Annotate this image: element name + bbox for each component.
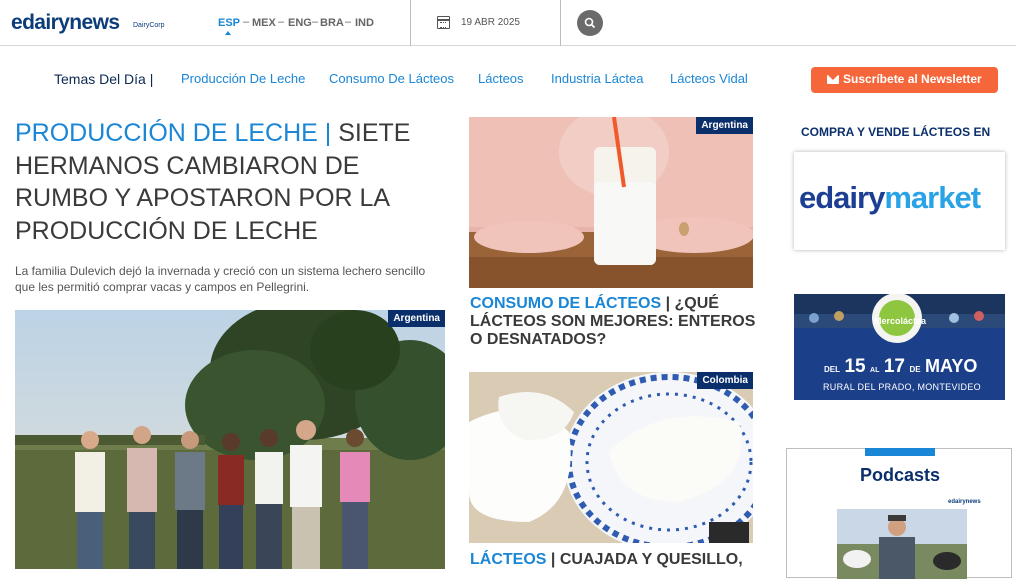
lang-ind[interactable]: IND (355, 17, 374, 29)
lang-separator: – (243, 16, 250, 28)
card-title[interactable]: | CUAJADA Y QUESILLO, (551, 551, 743, 568)
search-button[interactable] (577, 10, 603, 36)
lang-separator: – (278, 16, 285, 28)
lang-eng[interactable]: ENG (288, 17, 312, 29)
search-icon (584, 17, 596, 29)
active-lang-indicator (225, 31, 231, 35)
card-category[interactable]: LÁCTEOS (470, 551, 546, 568)
site-logo[interactable]: edairynews (11, 11, 120, 35)
lang-bra[interactable]: BRA (320, 17, 344, 29)
main-article-category[interactable]: PRODUCCIÓN DE LECHE | (15, 119, 331, 147)
main-article-summary: La familia Dulevich dejó la invernada y … (15, 264, 426, 294)
main-article-headline[interactable]: PRODUCCIÓN DE LECHE | SIETE HERMANOS CAM… (15, 117, 445, 247)
lang-esp[interactable]: ESP (218, 17, 240, 29)
milk-glass-photo (469, 117, 753, 288)
card-headline[interactable]: CONSUMO DE LÁCTEOS | ¿QUÉ LÁCTEOS SON ME… (470, 295, 760, 349)
card-image-milk[interactable]: Argentina (469, 117, 753, 288)
divider (410, 0, 411, 46)
lang-separator: – (345, 16, 352, 28)
lang-separator: – (312, 16, 319, 28)
podcasts-tab-accent (865, 448, 935, 456)
nav-item-lacteos-vidal[interactable]: Lácteos Vidal (670, 71, 748, 86)
event-dates: DEL 15 AL 17 DE MAYO (824, 356, 978, 377)
top-header: edairynews DairyCorp ESP – MEX – ENG – B… (0, 0, 1016, 46)
calendar-icon (437, 16, 450, 29)
podcasts-widget[interactable]: Podcasts edairynews (786, 448, 1012, 579)
nav-item-produccion-de-leche[interactable]: Producción De Leche (181, 71, 305, 86)
nav-item-industria-lactea[interactable]: Industria Láctea (551, 71, 644, 86)
country-tag[interactable]: Argentina (388, 310, 445, 327)
event-place: RURAL DEL PRADO, MONTEVIDEO (823, 382, 981, 392)
newsletter-button[interactable]: Suscríbete al Newsletter (811, 67, 998, 93)
mercolactea-banner[interactable]: Mercoláctea DEL 15 AL 17 DE MAYO RURAL D… (794, 294, 1005, 400)
card-headline[interactable]: LÁCTEOS | CUAJADA Y QUESILLO, (470, 551, 760, 569)
current-date: 19 ABR 2025 (461, 17, 520, 28)
mercolactea-logo: Mercoláctea (874, 316, 927, 326)
podcasts-title: Podcasts (860, 465, 941, 485)
card-category[interactable]: CONSUMO DE LÁCTEOS (470, 295, 661, 312)
edairymarket-banner[interactable]: edairymarket (794, 152, 1005, 250)
main-article-image[interactable]: Argentina (15, 310, 445, 569)
newsletter-label: Suscríbete al Newsletter (843, 72, 982, 86)
logo-subtitle: DairyCorp (133, 22, 165, 29)
family-photo (15, 310, 445, 569)
country-tag[interactable]: Colombia (697, 372, 753, 389)
divider (560, 0, 561, 46)
podcast-logo: edairynews (948, 499, 981, 505)
nav-item-lacteos[interactable]: Lácteos (478, 71, 524, 86)
trending-topics-label: Temas Del Día | (54, 71, 154, 87)
edairymarket-logo: edairymarket (799, 180, 981, 215)
lang-mex[interactable]: MEX (252, 17, 276, 29)
cheese-plate-photo (469, 372, 753, 543)
country-tag[interactable]: Argentina (696, 117, 753, 134)
nav-item-consumo-de-lacteos[interactable]: Consumo De Lácteos (329, 71, 454, 86)
envelope-icon (827, 75, 839, 84)
card-image-cheese[interactable]: Colombia (469, 372, 753, 543)
marketplace-heading: COMPRA Y VENDE LÁCTEOS EN (801, 125, 991, 139)
